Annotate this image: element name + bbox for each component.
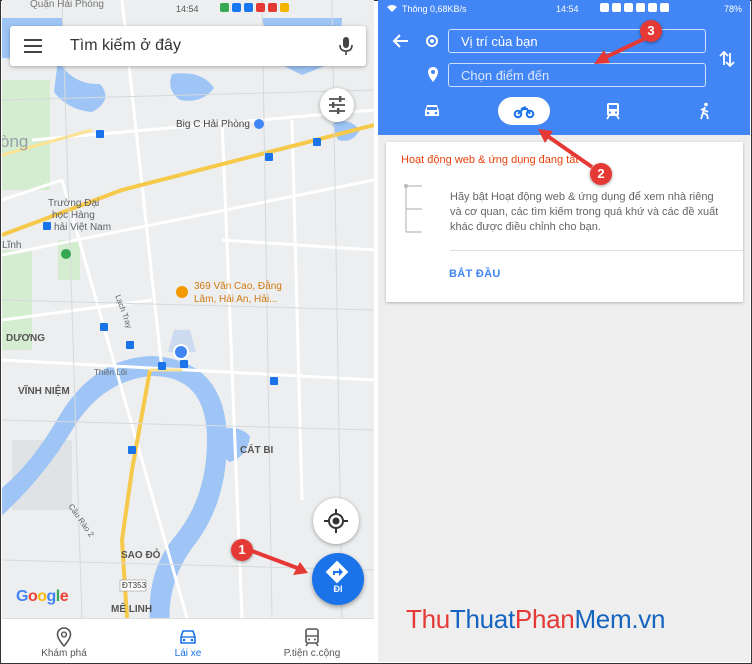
facebook-icon: [612, 3, 621, 12]
app-icon: [648, 3, 657, 12]
tune-icon: [329, 96, 345, 114]
facebook-icon: [244, 3, 253, 12]
google-logo: Google: [16, 588, 69, 606]
layers-button[interactable]: [320, 88, 354, 122]
google-logo-letter: o: [27, 588, 38, 605]
battery-level: 78%: [723, 4, 742, 14]
map-label-hai-viet-nam[interactable]: hải Việt Nam: [54, 222, 111, 233]
map-label-duong: DƯƠNG: [6, 333, 46, 344]
status-bar: 14:54: [2, 0, 374, 18]
mail-icon: [268, 3, 277, 12]
right-phone-screen: Thông 0,68KB/s 14:54 78% Vị trí của bạn …: [378, 0, 750, 662]
mode-transit-button[interactable]: [588, 97, 640, 125]
status-icons: [220, 3, 289, 12]
tab-explore[interactable]: Khám phá: [2, 619, 126, 662]
back-arrow-icon[interactable]: [392, 33, 410, 49]
card-divider: [450, 250, 743, 251]
left-phone-screen: Quận Hải Phòng òng Big C Hải Phòng Trườn…: [2, 0, 374, 662]
callout-arrow-2: [538, 129, 594, 169]
callout-arrow-1: [251, 549, 308, 575]
wifi-icon: [387, 5, 397, 12]
google-logo-letter: o: [37, 588, 47, 605]
origin-icon: [426, 35, 438, 47]
status-time: 14:54: [176, 4, 199, 14]
map-label-me-linh: MÊ LINH: [111, 604, 153, 615]
map-label-truong[interactable]: Trường Đại: [48, 198, 99, 209]
motorbike-icon: [513, 106, 535, 119]
swap-icon[interactable]: [719, 50, 735, 68]
google-logo-letter: G: [16, 588, 28, 605]
watermark-part: Thu: [406, 604, 450, 634]
car-icon: [180, 630, 196, 644]
app-icon: [280, 3, 289, 12]
walk-icon: [700, 102, 709, 120]
tab-driving-label: Lái xe: [174, 648, 202, 659]
mode-walk-button[interactable]: [680, 97, 732, 125]
menu-icon[interactable]: [24, 39, 42, 53]
directions-go-button[interactable]: ĐI: [312, 553, 364, 605]
facebook-icon: [232, 3, 241, 12]
mode-car-button[interactable]: [407, 97, 459, 125]
facebook-icon: [600, 3, 609, 12]
youtube-icon: [256, 3, 265, 12]
watermark-part: .vn: [631, 604, 666, 634]
map-label-dt353: ĐT353: [122, 581, 147, 590]
crosshair-icon: [324, 509, 348, 533]
map-label-cat-bi: CÁT BI: [240, 445, 274, 456]
bottom-navigation: Khám phá Lái xe P.tiện c.cộng: [2, 618, 374, 662]
mail-icon: [624, 3, 633, 12]
search-bar[interactable]: Tìm kiếm ở đây: [10, 26, 366, 66]
map-label-vinh-niem: VĨNH NIỆM: [18, 386, 70, 397]
map-label-hoc-hang[interactable]: học Hàng: [52, 210, 95, 221]
status-time: 14:54: [556, 4, 579, 14]
watermark-part: Phan: [514, 604, 575, 634]
google-logo-letter: e: [59, 588, 69, 605]
notif-icon: [220, 3, 229, 12]
check-icon: [660, 3, 669, 12]
tab-explore-label: Khám phá: [41, 648, 87, 659]
train-icon: [305, 628, 319, 647]
status-icons: [600, 3, 669, 12]
my-location-button[interactable]: [313, 498, 359, 544]
youtube-icon: [636, 3, 645, 12]
car-icon: [425, 105, 439, 116]
destination-pin-icon: [428, 67, 438, 82]
mode-motorbike-button[interactable]: [498, 97, 550, 125]
tab-transit[interactable]: P.tiện c.cộng: [250, 619, 374, 662]
callout-arrow-3: [594, 36, 647, 64]
search-input[interactable]: Tìm kiếm ở đây: [70, 37, 181, 55]
google-logo-letter: g: [46, 588, 57, 605]
go-button-label: ĐI: [333, 584, 343, 594]
map-label-ong: òng: [2, 132, 29, 151]
map-label-thien-loi: Thiên Lôi: [94, 368, 127, 377]
watermark-part: Thuat: [449, 604, 515, 634]
watermark-part: Mem: [574, 604, 632, 634]
map-label-sao-do: SAO ĐỎ: [121, 550, 161, 561]
origin-field[interactable]: Vị trí của bạn: [448, 29, 706, 53]
directions-icon: [325, 560, 349, 584]
location-pin-icon: [56, 627, 72, 647]
mic-icon[interactable]: [338, 36, 354, 56]
train-icon: [606, 103, 620, 120]
map-label-poi-369-line2[interactable]: Lâm, Hải An, Hải...: [194, 294, 277, 305]
map-label-linh: Lĩnh: [2, 240, 22, 251]
destination-field[interactable]: Chọn điểm đến: [448, 63, 706, 87]
tab-driving[interactable]: Lái xe: [126, 619, 250, 662]
watermark-logo: ThuThuatPhanMem.vn: [406, 604, 665, 635]
directions-header: Thông 0,68KB/s 14:54 78% Vị trí của bạn …: [378, 0, 750, 135]
status-carrier: Thông 0,68KB/s: [402, 4, 467, 14]
status-bar: Thông 0,68KB/s 14:54 78%: [378, 0, 750, 18]
tab-transit-label: P.tiện c.cộng: [283, 648, 341, 659]
get-started-button[interactable]: BẮT ĐẦU: [449, 268, 501, 280]
map-label-poi-369[interactable]: 369 Văn Cao, Đằng: [194, 281, 282, 292]
card-body-text: Hãy bật Hoạt động web & ứng dụng để xem …: [450, 191, 719, 233]
history-icon: [404, 184, 422, 233]
map-label-big-c[interactable]: Big C Hải Phòng: [176, 119, 250, 130]
